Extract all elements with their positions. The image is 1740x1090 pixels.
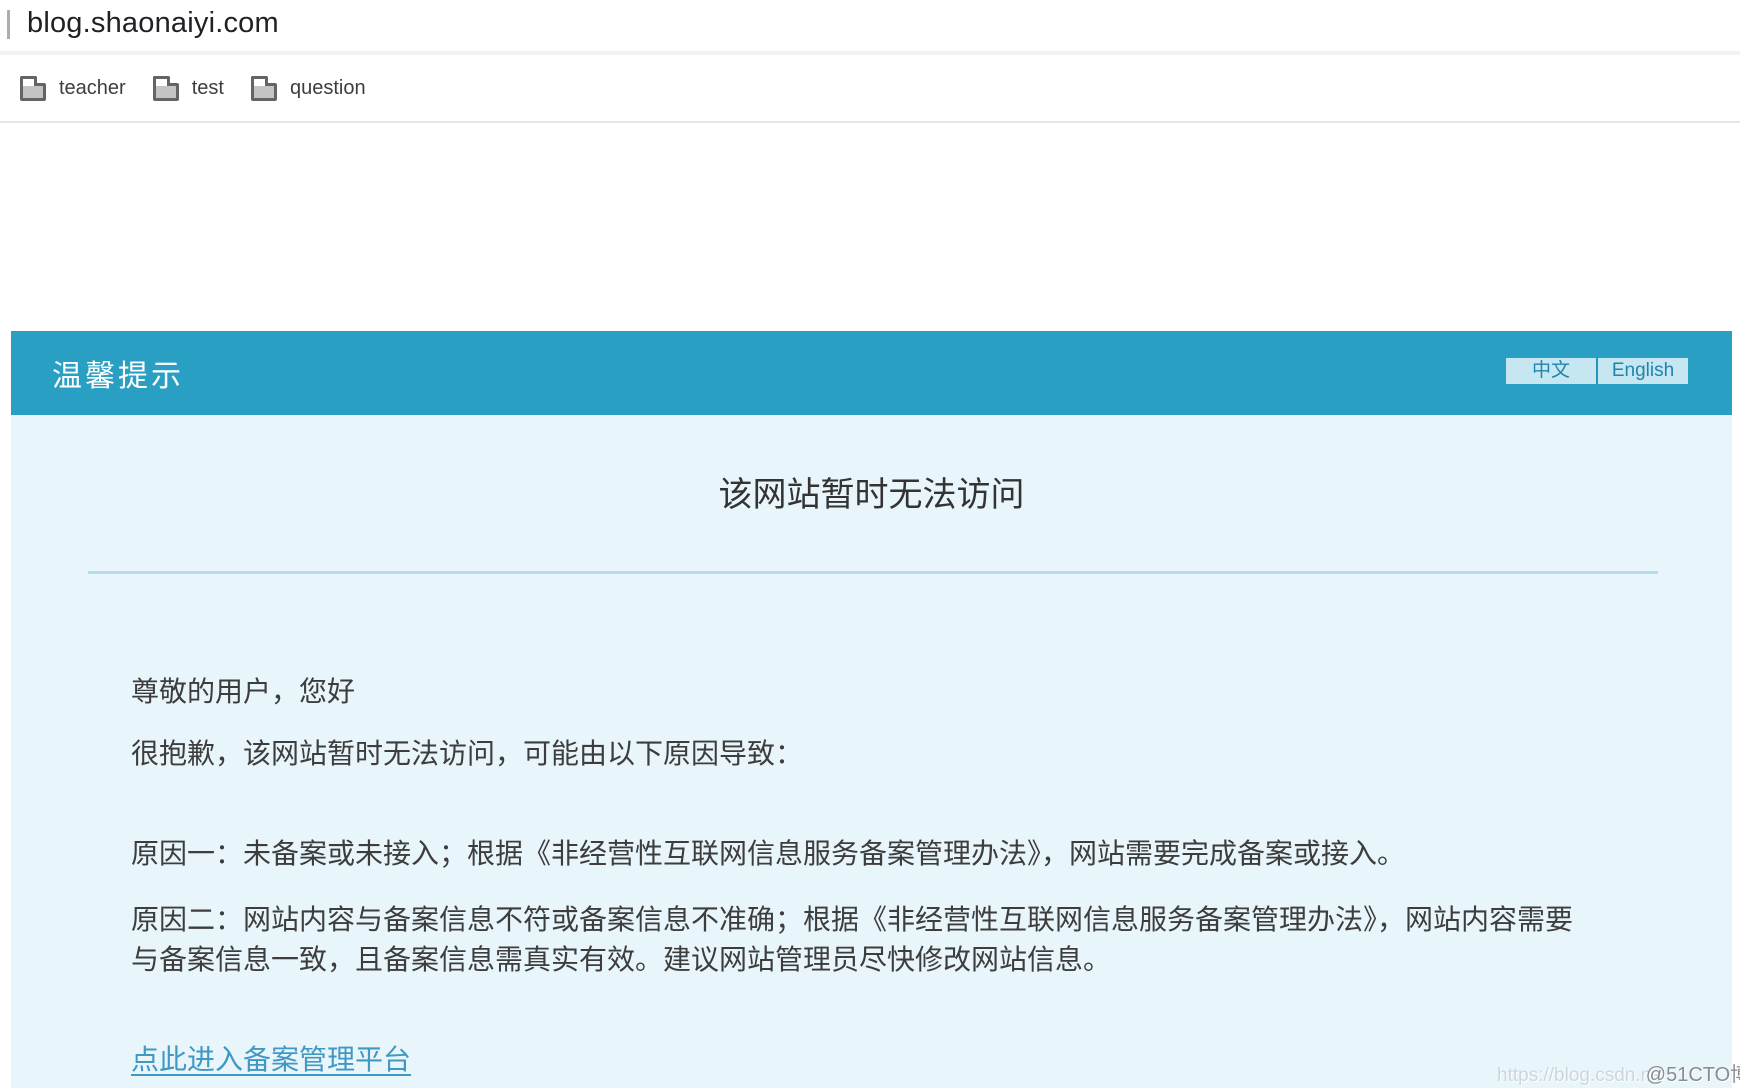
reason2-line1: 原因二：网站内容与备案信息不符或备案信息不准确；根据《非经营性互联网信息服务备案… bbox=[131, 904, 1573, 935]
browser-window: blog.shaonaiyi.com teacher test question… bbox=[0, 0, 1740, 1090]
title-divider bbox=[88, 571, 1658, 574]
folder-icon bbox=[251, 83, 277, 101]
icp-notice-panel: 温馨提示 中文 English 该网站暂时无法访问 尊敬的用户，您好 很抱歉，该… bbox=[11, 331, 1732, 1088]
greeting-text: 尊敬的用户，您好 bbox=[131, 672, 1607, 712]
bookmark-folder-teacher[interactable]: teacher bbox=[20, 76, 126, 101]
bookmark-label: test bbox=[192, 77, 224, 100]
reason2-text: 原因二：网站内容与备案信息不符或备案信息不准确；根据《非经营性互联网信息服务备案… bbox=[131, 900, 1607, 980]
bookmark-folder-question[interactable]: question bbox=[251, 76, 366, 101]
intro-text: 很抱歉，该网站暂时无法访问，可能由以下原因导致： bbox=[131, 734, 1607, 774]
bookmark-label: teacher bbox=[59, 77, 126, 100]
folder-icon bbox=[153, 83, 179, 101]
reason1-text: 原因一：未备案或未接入；根据《非经营性互联网信息服务备案管理办法》，网站需要完成… bbox=[131, 834, 1607, 874]
lang-en-button[interactable]: English bbox=[1598, 358, 1688, 384]
bookmark-folder-test[interactable]: test bbox=[153, 76, 224, 101]
reason2-line2: 与备案信息一致，且备案信息需真实有效。建议网站管理员尽快修改网站信息。 bbox=[131, 944, 1111, 975]
bookmarks-bar: teacher test question bbox=[0, 55, 1740, 123]
language-toggle: 中文 English bbox=[1506, 358, 1688, 384]
lang-zh-button[interactable]: 中文 bbox=[1506, 358, 1596, 384]
address-bar[interactable]: blog.shaonaiyi.com bbox=[0, 0, 1740, 51]
url-text[interactable]: blog.shaonaiyi.com bbox=[27, 7, 279, 40]
address-bar-caret bbox=[7, 10, 10, 39]
bookmark-label: question bbox=[290, 77, 366, 100]
beian-platform-link[interactable]: 点此进入备案管理平台 bbox=[131, 1040, 411, 1080]
notice-header: 温馨提示 中文 English bbox=[11, 331, 1732, 415]
notice-body: 该网站暂时无法访问 尊敬的用户，您好 很抱歉，该网站暂时无法访问，可能由以下原因… bbox=[11, 415, 1732, 1088]
page-title: 该网站暂时无法访问 bbox=[11, 475, 1732, 515]
notice-header-title: 温馨提示 bbox=[52, 351, 184, 395]
page-empty-area bbox=[0, 123, 1740, 331]
folder-icon bbox=[20, 83, 46, 101]
notice-content: 尊敬的用户，您好 很抱歉，该网站暂时无法访问，可能由以下原因导致： 原因一：未备… bbox=[11, 672, 1732, 1080]
